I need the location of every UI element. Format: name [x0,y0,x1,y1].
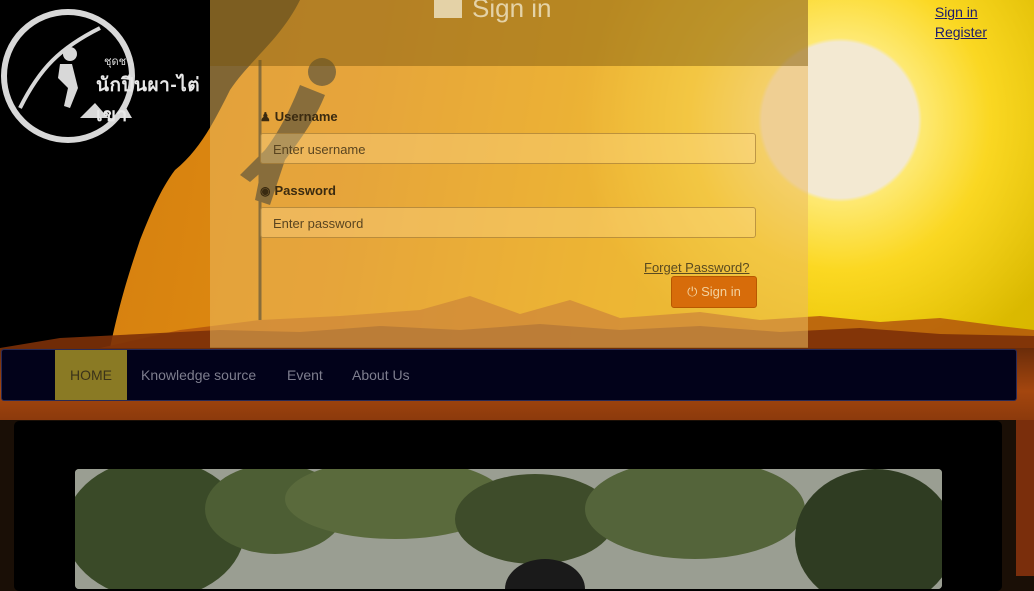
signin-title: Sign in [434,0,552,24]
lock-icon [434,0,462,18]
nav-about-us[interactable]: About Us [352,350,410,400]
register-link[interactable]: Register [935,22,987,42]
eye-icon: ◉ [260,184,271,198]
trees-photo-image [75,469,942,589]
username-input[interactable]: Enter username [260,133,756,164]
nav-knowledge-source[interactable]: Knowledge source [141,350,256,400]
nav-event[interactable]: Event [287,350,323,400]
forget-password-link[interactable]: Forget Password? [644,260,750,275]
signin-header: Sign in [210,0,808,66]
logo-title: นักปีนผา-ไต่เขา [96,75,201,126]
user-icon: ♟ [260,110,271,124]
nav-home[interactable]: HOME [55,350,127,400]
site-logo[interactable]: ชุดชน นักปีนผา-ไต่เขา [0,8,215,148]
username-label: ♟ Username [260,109,338,124]
featured-photo [75,469,942,589]
auth-links: Sign in Register [935,2,987,42]
signin-submit-label: Sign in [701,284,741,299]
signin-submit-button[interactable]: ⏻ Sign in [671,276,757,308]
logo-subtitle: ชุดชน [104,56,134,68]
page-edge [1016,420,1034,576]
signin-modal: Sign in ♟ Username Enter username ◉ Passwo… [210,0,808,348]
main-navbar: HOME Knowledge source Event About Us [1,349,1017,401]
password-label-text: Password [274,183,336,198]
password-input[interactable]: Enter password [260,207,756,238]
password-label: ◉ Password [260,183,336,198]
sign-in-link[interactable]: Sign in [935,2,987,22]
power-icon: ⏻ [687,284,698,299]
signin-title-text: Sign in [472,0,552,23]
username-label-text: Username [274,109,338,124]
